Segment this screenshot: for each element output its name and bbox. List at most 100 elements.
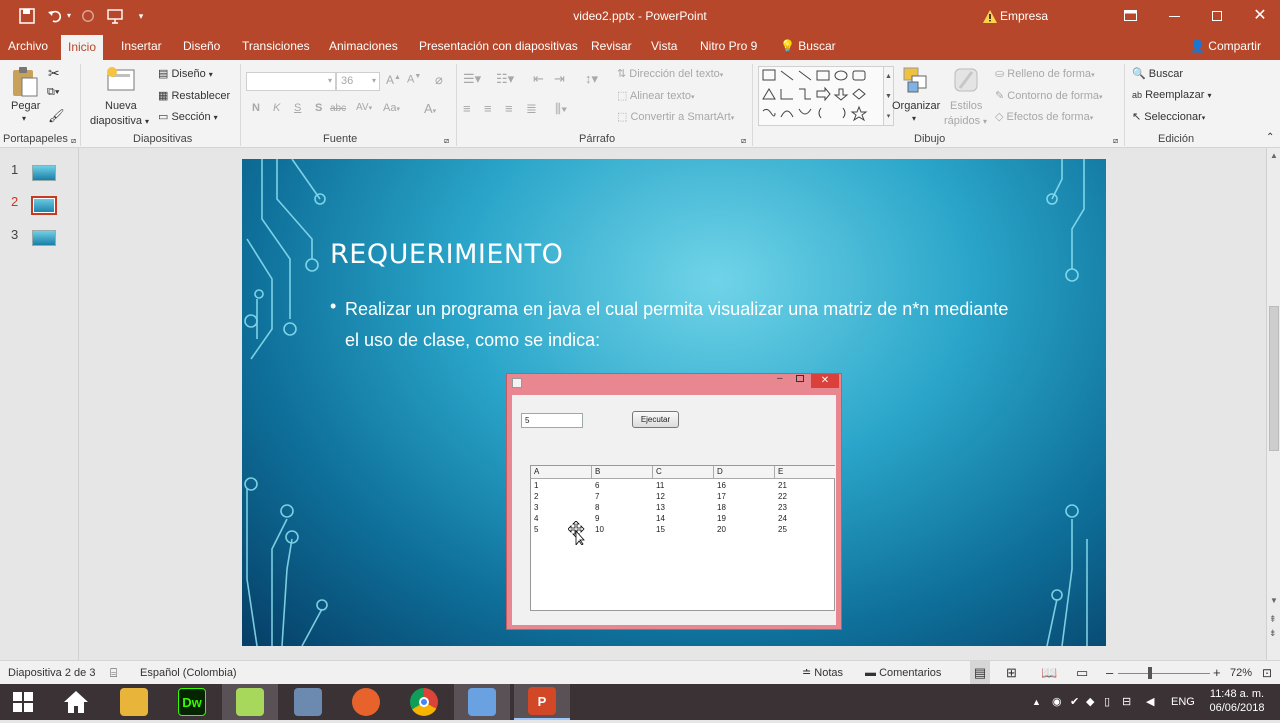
slide-bullet-text[interactable]: Realizar un programa en java el cual per… bbox=[345, 294, 1025, 356]
bold-icon[interactable]: N bbox=[252, 102, 260, 114]
font-name-combo[interactable]: ▾ bbox=[246, 72, 336, 91]
shape-fill-button[interactable]: ⛀ Relleno de forma▾ bbox=[995, 67, 1095, 80]
convert-smartart-button[interactable]: ⬚ Convertir a SmartArt▾ bbox=[617, 110, 734, 123]
new-slide-label-1[interactable]: Nueva bbox=[105, 100, 137, 112]
notes-button[interactable]: ≐ Notas bbox=[802, 661, 843, 685]
undo-dropdown-icon[interactable]: ▾ bbox=[64, 0, 74, 32]
previous-slide-icon[interactable]: ⇞ bbox=[1269, 614, 1277, 625]
folder-icon[interactable] bbox=[222, 684, 278, 720]
virtualbox-icon[interactable] bbox=[454, 684, 510, 720]
italic-icon[interactable]: K bbox=[273, 102, 280, 114]
fit-slide-icon[interactable]: ⊡ bbox=[1262, 661, 1272, 685]
slide-thumbnail-1[interactable] bbox=[32, 165, 56, 181]
cut-icon[interactable]: ✂ bbox=[48, 65, 60, 82]
arrange-dropdown-icon[interactable]: ▾ bbox=[912, 114, 916, 123]
shape-effects-button[interactable]: ◇ Efectos de forma▾ bbox=[995, 110, 1093, 123]
columns-icon[interactable]: ⫼▾ bbox=[555, 101, 567, 117]
tray-app-icon-3[interactable]: ◆ bbox=[1086, 684, 1094, 720]
tab-animaciones[interactable]: Animaciones bbox=[329, 32, 398, 60]
portapapeles-launcher-icon[interactable]: ⧄ bbox=[71, 136, 76, 146]
spelling-icon[interactable]: ⌸ bbox=[110, 661, 117, 685]
shapes-gallery[interactable] bbox=[758, 66, 884, 126]
maximize-icon[interactable] bbox=[1205, 0, 1229, 32]
new-slide-icon[interactable] bbox=[104, 66, 138, 96]
file-explorer-icon[interactable] bbox=[106, 684, 162, 720]
slide-sorter-icon[interactable]: ⊞ bbox=[1006, 661, 1017, 685]
select-button[interactable]: ↖ Seleccionar▾ bbox=[1132, 110, 1205, 123]
tab-archivo[interactable]: Archivo bbox=[8, 32, 48, 60]
slideshow-view-icon[interactable]: ▭ bbox=[1076, 661, 1088, 685]
next-slide-icon[interactable]: ⇟ bbox=[1269, 628, 1277, 639]
minimize-icon[interactable] bbox=[1162, 0, 1186, 32]
show-hidden-icons-icon[interactable]: ▲ bbox=[1032, 684, 1041, 720]
customize-qat-icon[interactable]: ▾ bbox=[134, 0, 148, 32]
volume-icon[interactable]: ◀ bbox=[1146, 684, 1154, 720]
shapes-gallery-scroll[interactable]: ▲ ▼ ▾ bbox=[884, 66, 894, 126]
shape-outline-button[interactable]: ✎ Contorno de forma▾ bbox=[995, 89, 1103, 102]
bullets-icon[interactable]: ☰▾ bbox=[463, 71, 481, 87]
new-slide-label-2[interactable]: diapositiva bbox=[90, 115, 142, 127]
copy-icon[interactable]: ⧉▾ bbox=[47, 86, 59, 99]
scroll-down-icon[interactable]: ▼ bbox=[1270, 596, 1278, 605]
tell-me-search[interactable]: 💡 Buscar bbox=[780, 32, 836, 60]
align-center-icon[interactable]: ≡ bbox=[484, 101, 492, 116]
input-language[interactable]: ENG bbox=[1171, 684, 1195, 720]
zoom-in-icon[interactable]: + bbox=[1213, 661, 1221, 685]
tab-nitro[interactable]: Nitro Pro 9 bbox=[700, 32, 757, 60]
layout-button[interactable]: ▤ Diseño ▾ bbox=[158, 67, 213, 80]
align-right-icon[interactable]: ≡ bbox=[505, 101, 513, 116]
comments-button[interactable]: ▬ Comentarios bbox=[865, 661, 941, 685]
firefox-icon[interactable] bbox=[338, 684, 394, 720]
scroll-up-icon[interactable]: ▲ bbox=[1270, 151, 1278, 160]
paste-dropdown-icon[interactable]: ▾ bbox=[22, 114, 26, 123]
save-icon[interactable] bbox=[16, 0, 38, 32]
increase-indent-icon[interactable]: ⇥ bbox=[554, 71, 565, 87]
tab-transiciones[interactable]: Transiciones bbox=[242, 32, 310, 60]
char-spacing-icon[interactable]: AV▾ bbox=[356, 102, 372, 113]
shadow-icon[interactable]: S bbox=[315, 102, 322, 114]
account-name[interactable]: Empresa SistemasJL bbox=[1000, 0, 1105, 55]
zoom-out-icon[interactable]: – bbox=[1106, 661, 1113, 685]
calculator-icon[interactable] bbox=[280, 684, 336, 720]
quick-styles-label-1[interactable]: Estilos bbox=[950, 100, 982, 112]
slide-title[interactable]: REQUERIMIENTO bbox=[330, 239, 563, 270]
tray-app-icon-2[interactable]: ✔ bbox=[1070, 684, 1079, 720]
scrollbar-thumb[interactable] bbox=[1269, 306, 1279, 451]
quick-styles-dropdown-icon[interactable]: ▾ bbox=[983, 117, 987, 126]
tab-insertar[interactable]: Insertar bbox=[121, 32, 162, 60]
align-text-button[interactable]: ⬚ Alinear texto▾ bbox=[617, 89, 695, 102]
section-button[interactable]: ▭ Sección ▾ bbox=[158, 110, 218, 123]
zoom-slider-thumb[interactable] bbox=[1148, 667, 1152, 679]
decrease-indent-icon[interactable]: ⇤ bbox=[533, 71, 544, 87]
new-slide-dropdown-icon[interactable]: ▾ bbox=[145, 117, 149, 126]
decrease-font-icon[interactable]: A▼ bbox=[407, 73, 421, 86]
reading-view-icon[interactable]: 📖 bbox=[1041, 661, 1057, 685]
reset-button[interactable]: ▦ Restablecer bbox=[158, 89, 230, 102]
parrafo-launcher-icon[interactable]: ⧄ bbox=[741, 136, 746, 146]
fuente-launcher-icon[interactable]: ⧄ bbox=[444, 136, 449, 146]
tab-diseno[interactable]: Diseño bbox=[183, 32, 220, 60]
text-direction-button[interactable]: ⇅ Dirección del texto▾ bbox=[617, 67, 723, 80]
font-color-icon[interactable]: A▾ bbox=[424, 101, 436, 116]
ribbon-display-options-icon[interactable] bbox=[1118, 0, 1142, 32]
slide-thumbnail-3[interactable] bbox=[32, 230, 56, 246]
normal-view-icon[interactable]: ▤ bbox=[970, 661, 990, 685]
zoom-level[interactable]: 72% bbox=[1230, 661, 1252, 685]
increase-font-icon[interactable]: A▲ bbox=[386, 73, 401, 87]
share-button[interactable]: 👤 Compartir bbox=[1190, 32, 1261, 60]
tab-presentacion[interactable]: Presentación con diapositivas bbox=[419, 32, 578, 60]
tray-app-icon-1[interactable]: ◉ bbox=[1052, 684, 1062, 720]
paste-icon[interactable] bbox=[10, 66, 40, 100]
arrange-icon[interactable] bbox=[902, 66, 930, 96]
align-left-icon[interactable]: ≡ bbox=[463, 101, 471, 116]
clear-formatting-icon[interactable]: ⌀ bbox=[435, 72, 443, 88]
change-case-icon[interactable]: Aa▾ bbox=[383, 102, 400, 114]
dibujo-launcher-icon[interactable]: ⧄ bbox=[1113, 136, 1118, 146]
java-window-image[interactable]: – ✕ 5 Ejecutar A B C D E 1 6 11 16 21 2 … bbox=[506, 373, 842, 630]
font-size-combo[interactable]: 36 ▾ bbox=[336, 72, 380, 91]
tab-inicio[interactable]: Inicio bbox=[61, 35, 104, 60]
numbering-icon[interactable]: ☷▾ bbox=[496, 71, 514, 87]
collapse-ribbon-icon[interactable]: ⌃ bbox=[1266, 132, 1274, 143]
network-icon[interactable]: ⊟ bbox=[1122, 684, 1131, 720]
start-from-beginning-icon[interactable] bbox=[104, 0, 126, 32]
